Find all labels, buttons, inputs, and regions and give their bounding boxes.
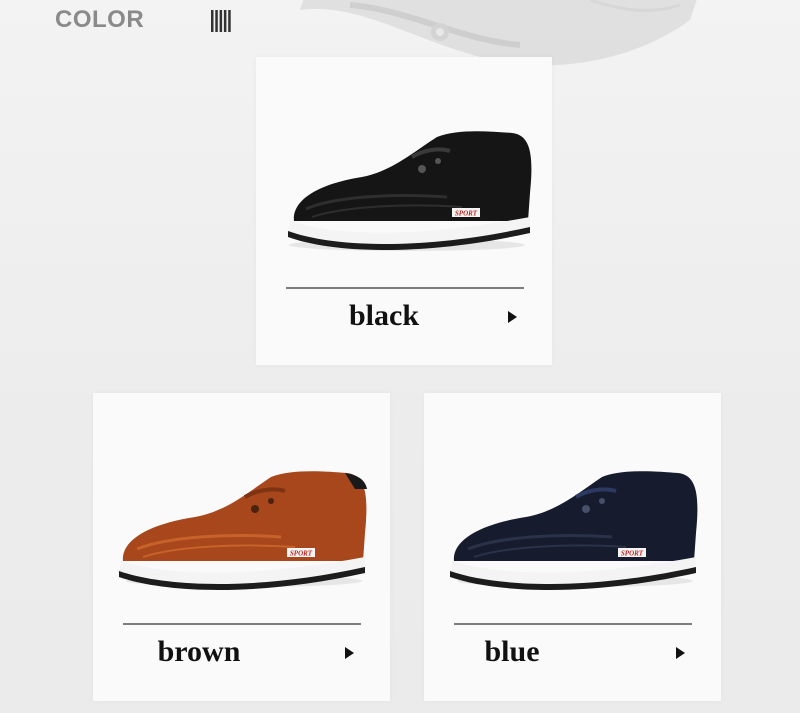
- color-options-page: COLOR SPORT black SPORT brown SPORT blue: [0, 0, 800, 713]
- black-shoe-image: SPORT: [288, 131, 532, 251]
- blue-shoe-image: SPORT: [450, 471, 698, 590]
- label-divider: [286, 287, 524, 289]
- play-arrow-icon[interactable]: [676, 647, 685, 659]
- label-divider: [123, 623, 361, 625]
- sole-logo-text: SPORT: [455, 210, 478, 218]
- color-label-black: black: [348, 299, 420, 332]
- vertical-stripes-icon: [211, 10, 231, 32]
- sole-logo-text: SPORT: [290, 550, 313, 558]
- sole-logo-text: SPORT: [621, 550, 644, 558]
- brown-shoe-image: SPORT: [119, 471, 367, 590]
- color-option-blue[interactable]: SPORT blue: [424, 393, 721, 701]
- color-label-brown: brown: [157, 635, 241, 668]
- color-label-blue: blue: [484, 635, 540, 668]
- page-title: COLOR: [55, 6, 145, 33]
- play-arrow-icon[interactable]: [345, 647, 354, 659]
- color-option-brown[interactable]: SPORT brown: [93, 393, 390, 701]
- color-option-black[interactable]: SPORT black: [256, 57, 552, 365]
- label-divider: [454, 623, 692, 625]
- play-arrow-icon[interactable]: [508, 311, 517, 323]
